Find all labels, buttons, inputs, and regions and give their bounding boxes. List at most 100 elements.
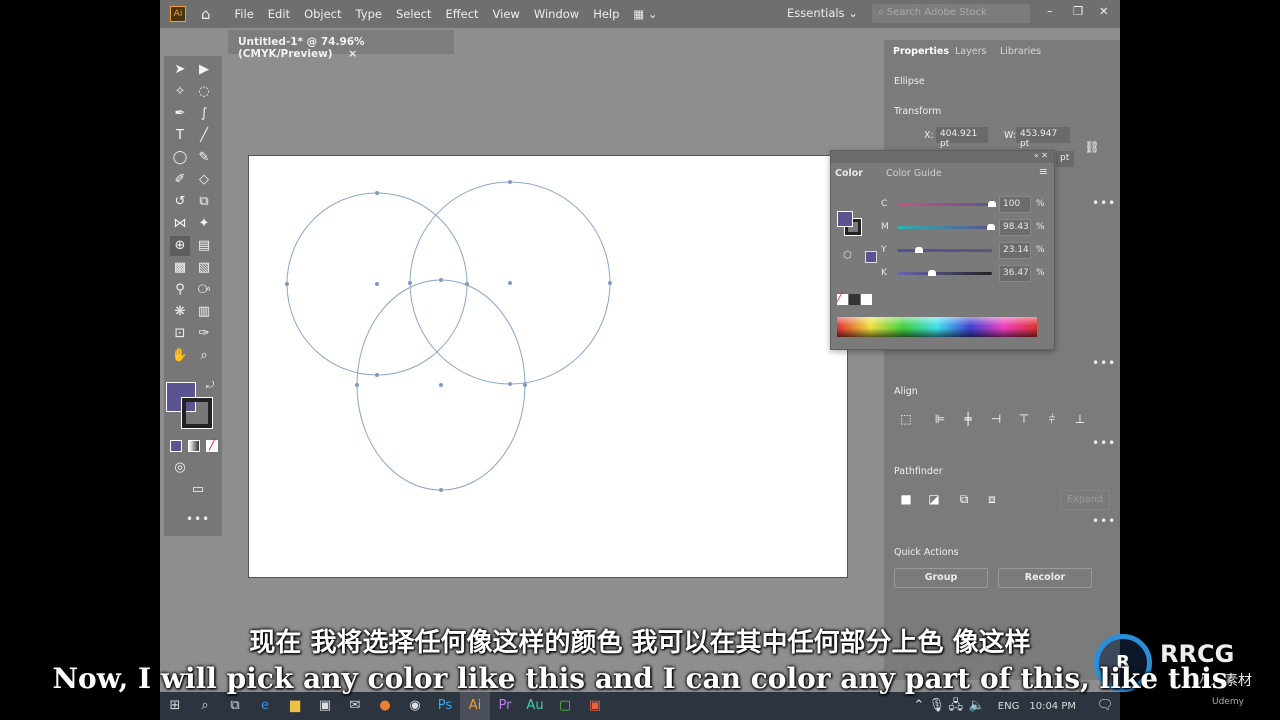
column-graph-icon[interactable]: ▥ xyxy=(194,302,214,322)
language-indicator[interactable]: ENG xyxy=(998,701,1020,712)
menu-file[interactable]: File xyxy=(228,7,261,21)
file-explorer-icon[interactable]: ▆ xyxy=(280,692,310,720)
line-tool-icon[interactable]: ╱ xyxy=(194,126,214,146)
scale-tool-icon[interactable]: ⧉ xyxy=(194,192,214,212)
gradient-mode-icon[interactable] xyxy=(188,440,200,452)
swap-fill-stroke-icon[interactable]: ⤾ xyxy=(200,376,220,396)
mesh-tool-icon[interactable]: ▩ xyxy=(170,258,190,278)
constrain-proportions-icon[interactable]: ⛓ xyxy=(1084,140,1100,154)
zoom-tool-icon[interactable]: ⌕ xyxy=(194,346,214,366)
w-field[interactable]: 453.947 pt xyxy=(1016,127,1070,149)
perspective-grid-icon[interactable]: ▤ xyxy=(194,236,214,256)
menu-view[interactable]: View xyxy=(486,7,527,21)
out-of-gamut-swatch[interactable] xyxy=(865,251,877,263)
premiere-icon[interactable]: Pr xyxy=(490,692,520,720)
mail-icon[interactable]: ✉ xyxy=(340,692,370,720)
home-icon[interactable]: ⌂ xyxy=(194,5,218,23)
menu-select[interactable]: Select xyxy=(389,7,438,21)
screen-mode-icon[interactable]: ▭ xyxy=(188,480,208,500)
slider-thumb[interactable] xyxy=(914,247,923,253)
slider-k[interactable] xyxy=(897,270,992,276)
minimize-button[interactable]: – xyxy=(1040,4,1060,18)
x-field[interactable]: 404.921 pt xyxy=(936,127,988,149)
show-hidden-icons[interactable]: ⌃ xyxy=(910,692,928,720)
white-swatch[interactable] xyxy=(861,294,872,305)
align-top-icon[interactable]: ⊤ xyxy=(1016,412,1032,426)
selection-tool-icon[interactable]: ➤ xyxy=(170,60,190,80)
eraser-icon[interactable]: ◇ xyxy=(194,170,214,190)
hand-tool-icon[interactable]: ✋ xyxy=(170,346,190,366)
color-panel-titlebar[interactable]: « ✕ xyxy=(831,151,1054,163)
notifications-icon[interactable]: 🗨 xyxy=(1090,692,1120,720)
close-panel-icon[interactable]: « ✕ xyxy=(1034,151,1048,160)
search-icon[interactable]: ⌕ xyxy=(190,692,220,720)
tab-color[interactable]: Color xyxy=(835,168,863,179)
illustrator-taskbar-icon[interactable]: Ai xyxy=(460,692,490,720)
menu-type[interactable]: Type xyxy=(349,7,389,21)
align-middle-icon[interactable]: ⫩ xyxy=(1044,412,1060,426)
align-bottom-icon[interactable]: ⊥ xyxy=(1072,412,1088,426)
clock[interactable]: 10:04 PM xyxy=(1029,701,1076,712)
color-spectrum[interactable] xyxy=(837,317,1037,337)
chrome-icon[interactable]: ◉ xyxy=(400,692,430,720)
align-center-icon[interactable]: ╪ xyxy=(960,412,976,426)
tab-color-guide[interactable]: Color Guide xyxy=(886,168,942,179)
none-mode-icon[interactable]: ╱ xyxy=(206,440,218,452)
recolor-button[interactable]: Recolor xyxy=(998,568,1092,588)
value-field-y[interactable]: 23.14 xyxy=(999,242,1031,259)
audition-icon[interactable]: Au xyxy=(520,692,550,720)
menu-effect[interactable]: Effect xyxy=(438,7,485,21)
close-window-button[interactable]: ✕ xyxy=(1092,4,1116,18)
arrange-documents-icon[interactable]: ▦ ⌄ xyxy=(626,7,664,21)
none-swatch[interactable]: ╱ xyxy=(837,294,848,305)
align-to-icon[interactable]: ⬚ xyxy=(898,412,914,426)
exclude-icon[interactable]: ⧈ xyxy=(984,492,1000,506)
tab-layers[interactable]: Layers xyxy=(955,46,986,57)
unite-icon[interactable]: ■ xyxy=(898,492,914,506)
ellipses-artwork[interactable] xyxy=(249,156,849,579)
blend-tool-icon[interactable]: ⧂ xyxy=(194,280,214,300)
edge-icon[interactable]: e xyxy=(250,692,280,720)
tab-properties[interactable]: Properties xyxy=(893,46,949,57)
menu-window[interactable]: Window xyxy=(527,7,586,21)
ellipse-tool-icon[interactable]: ◯ xyxy=(170,148,190,168)
transform-more-icon[interactable]: ••• xyxy=(1092,196,1116,210)
minus-front-icon[interactable]: ◪ xyxy=(926,492,942,506)
microphone-icon[interactable]: 🎙 xyxy=(928,692,946,720)
artboard-tool-icon[interactable]: ⊡ xyxy=(170,324,190,344)
shaper-tool-icon[interactable]: ✐ xyxy=(170,170,190,190)
paintbrush-icon[interactable]: ✎ xyxy=(194,148,214,168)
shape-builder-icon[interactable]: ⊕ xyxy=(170,236,190,256)
pen-tool-icon[interactable]: ✒ xyxy=(170,104,190,124)
slice-tool-icon[interactable]: ✑ xyxy=(194,324,214,344)
camtasia-icon[interactable]: ▢ xyxy=(550,692,580,720)
type-tool-icon[interactable]: T xyxy=(170,126,190,146)
draw-mode-icon[interactable]: ◎ xyxy=(170,458,190,478)
align-right-icon[interactable]: ⊣ xyxy=(988,412,1004,426)
slider-m[interactable] xyxy=(897,224,995,230)
restore-button[interactable]: ❐ xyxy=(1066,4,1090,18)
appearance-more-icon[interactable]: ••• xyxy=(1092,356,1116,370)
slider-c[interactable] xyxy=(897,201,996,207)
direct-selection-tool-icon[interactable]: ▶ xyxy=(194,60,214,80)
document-tab[interactable]: Untitled-1* @ 74.96% (CMYK/Preview) × xyxy=(228,30,454,60)
symbol-sprayer-icon[interactable]: ❋ xyxy=(170,302,190,322)
color-mode-icon[interactable] xyxy=(170,440,182,452)
menu-edit[interactable]: Edit xyxy=(261,7,297,21)
stroke-swatch[interactable] xyxy=(181,397,213,429)
network-icon[interactable]: 🖧 xyxy=(946,692,966,720)
rotate-tool-icon[interactable]: ↺ xyxy=(170,192,190,212)
artboard[interactable] xyxy=(248,155,848,578)
magic-wand-icon[interactable]: ✧ xyxy=(170,82,190,102)
lasso-icon[interactable]: ◌ xyxy=(194,82,214,102)
start-icon[interactable]: ⊞ xyxy=(160,692,190,720)
color-fill-swatch[interactable] xyxy=(837,211,853,227)
task-view-icon[interactable]: ⧉ xyxy=(220,692,250,720)
slider-thumb[interactable] xyxy=(988,201,996,207)
store-icon[interactable]: ▣ xyxy=(310,692,340,720)
intersect-icon[interactable]: ⧉ xyxy=(956,492,972,506)
close-tab-icon[interactable]: × xyxy=(348,48,357,60)
curvature-tool-icon[interactable]: ∫ xyxy=(194,104,214,124)
align-left-icon[interactable]: ⊫ xyxy=(932,412,948,426)
workspace-switcher[interactable]: Essentials ⌄ xyxy=(780,6,865,20)
